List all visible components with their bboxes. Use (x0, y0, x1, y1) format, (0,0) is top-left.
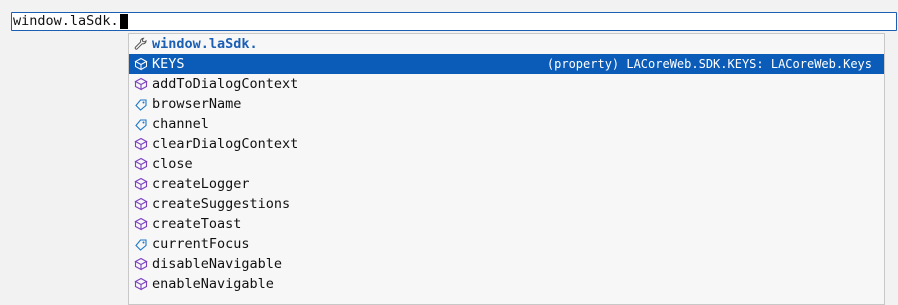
method-icon (133, 176, 149, 192)
suggestion-item[interactable]: channel (129, 114, 884, 134)
suggestion-item[interactable]: createToast (129, 214, 884, 234)
suggestion-item[interactable]: createSuggestions (129, 194, 884, 214)
suggestion-item[interactable]: enableNavigable (129, 274, 884, 294)
code-editor-line[interactable]: window.laSdk. (11, 12, 897, 31)
method-icon (133, 136, 149, 152)
suggestion-label: enableNavigable (152, 276, 274, 292)
property-icon (133, 56, 149, 72)
suggestion-header-row[interactable]: window.laSdk. (129, 34, 884, 54)
suggestion-label: browserName (152, 96, 242, 112)
method-icon (133, 256, 149, 272)
suggestion-item[interactable]: createLogger (129, 174, 884, 194)
suggestion-label: addToDialogContext (152, 76, 299, 92)
suggestion-item[interactable]: addToDialogContext (129, 74, 884, 94)
wrench-icon (133, 36, 149, 52)
suggestion-label: createLogger (152, 176, 250, 192)
suggestion-item[interactable]: currentFocus (129, 234, 884, 254)
suggestion-label: currentFocus (152, 236, 250, 252)
suggestion-item[interactable]: clearDialogContext (129, 134, 884, 154)
suggestion-detail: (property) LACoreWeb.SDK.KEYS: LACoreWeb… (546, 57, 872, 71)
suggestion-label: KEYS (152, 56, 185, 72)
suggestion-label: close (152, 156, 193, 172)
suggestion-item-selected[interactable]: KEYS (property) LACoreWeb.SDK.KEYS: LACo… (129, 54, 884, 74)
property-icon (133, 116, 149, 132)
method-icon (133, 276, 149, 292)
suggestion-item[interactable]: close (129, 154, 884, 174)
method-icon (133, 196, 149, 212)
method-icon (133, 76, 149, 92)
suggestion-item[interactable]: disableNavigable (129, 254, 884, 274)
suggestion-label: clearDialogContext (152, 136, 299, 152)
page: window.laSdk. window.laSdk. KEYS (proper… (0, 0, 898, 305)
suggestion-label: disableNavigable (152, 256, 283, 272)
suggestion-label: createSuggestions (152, 196, 291, 212)
editor-text: window.laSdk. (13, 13, 119, 29)
suggestion-item[interactable]: browserName (129, 94, 884, 114)
text-cursor (119, 14, 128, 29)
property-icon (133, 96, 149, 112)
autocomplete-popup: window.laSdk. KEYS (property) LACoreWeb.… (128, 33, 885, 305)
suggestion-label: createToast (152, 216, 242, 232)
method-icon (133, 216, 149, 232)
suggestion-header-label: window.laSdk. (152, 36, 258, 52)
property-icon (133, 236, 149, 252)
suggestion-label: channel (152, 116, 209, 132)
method-icon (133, 156, 149, 172)
